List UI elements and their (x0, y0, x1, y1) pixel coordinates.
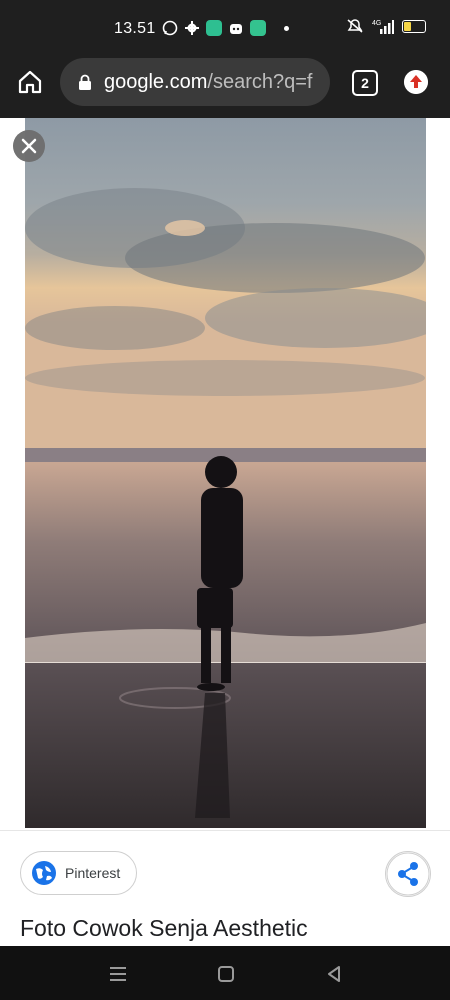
preview-image[interactable] (25, 118, 426, 828)
url-path: /search?q=f (207, 70, 313, 93)
mute-icon (347, 19, 363, 33)
url-text: google.com/search?q=f (104, 71, 312, 94)
globe-icon (32, 861, 56, 885)
signal-icon: 4G (372, 20, 394, 34)
status-bar: 13.51 4G (0, 0, 450, 58)
app-icon (230, 24, 242, 34)
source-label: Pinterest (65, 865, 121, 881)
image-viewer (0, 118, 450, 830)
notification-dot (284, 25, 289, 31)
back-icon[interactable] (322, 962, 346, 986)
image-title[interactable]: Foto Cowok Senja Aesthetic (20, 915, 308, 942)
app-icon (250, 20, 266, 36)
battery-level (404, 21, 412, 31)
settings-icon (185, 21, 199, 35)
battery-icon (402, 19, 426, 33)
whatsapp-icon (162, 20, 178, 36)
home-icon[interactable] (16, 68, 44, 96)
signal-label: 4G (372, 20, 381, 27)
tab-switcher-button[interactable]: 2 (352, 70, 378, 96)
close-icon[interactable] (13, 130, 45, 162)
browser-toolbar: google.com/search?q=f 2 (0, 58, 450, 118)
source-chip[interactable]: Pinterest (20, 851, 137, 895)
address-bar[interactable]: google.com/search?q=f (60, 58, 330, 106)
system-nav-bar (0, 946, 450, 1000)
app-icon (206, 20, 222, 36)
status-right: 4G (346, 18, 426, 34)
status-icons (162, 20, 289, 36)
url-host: google.com (104, 70, 208, 93)
lock-icon (79, 74, 91, 90)
menu-icon[interactable] (106, 962, 130, 986)
status-time: 13.51 (114, 20, 156, 37)
image-info-panel: Pinterest Foto Cowok Senja Aesthetic (0, 830, 450, 947)
update-icon[interactable] (404, 70, 428, 94)
share-icon[interactable] (385, 851, 431, 897)
home-nav-icon[interactable] (214, 962, 238, 986)
